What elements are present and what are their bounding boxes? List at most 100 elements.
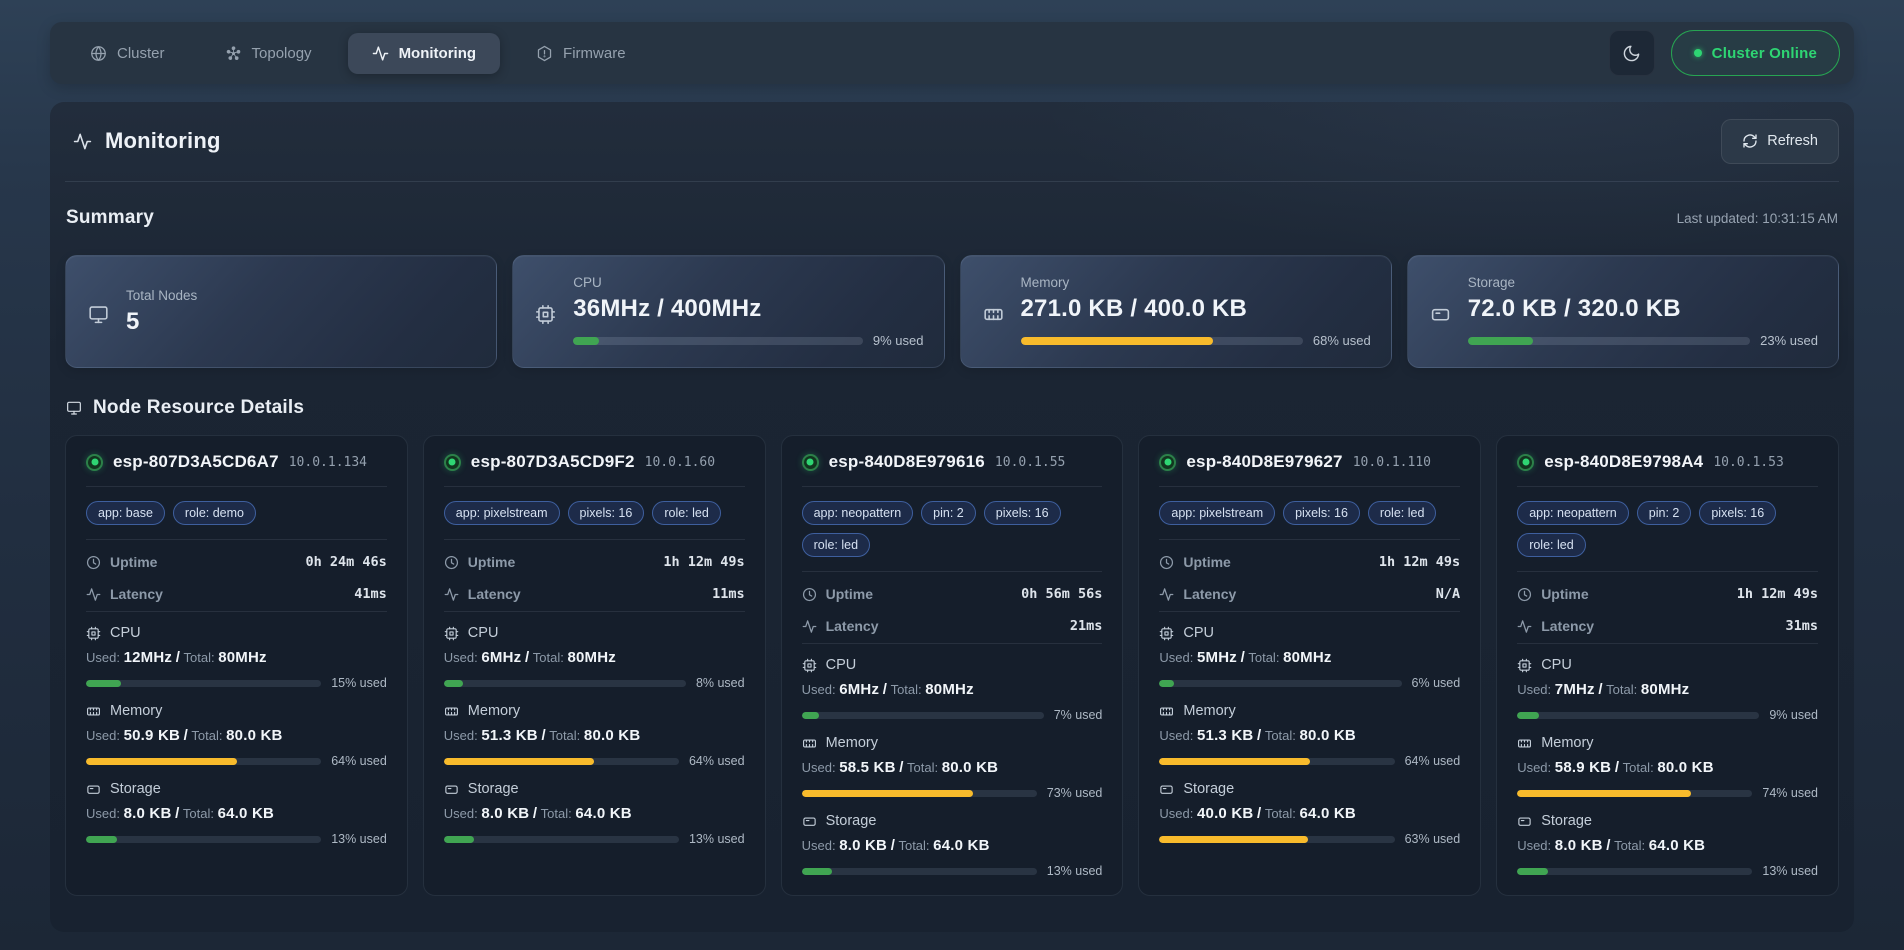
uptime-value: 0h 56m 56s	[1021, 586, 1102, 602]
node-tag: pixels: 16	[1699, 501, 1776, 525]
refresh-button[interactable]: Refresh	[1721, 119, 1839, 164]
hexagon-alert-icon	[536, 45, 553, 62]
storage-icon	[86, 782, 101, 797]
card-label: Memory	[1021, 275, 1371, 290]
progress-fill	[86, 758, 237, 765]
progress-track	[1021, 337, 1303, 345]
node-tags: app: pixelstreampixels: 16role: led	[444, 501, 745, 525]
percent-used-label: 64% used	[1405, 754, 1461, 768]
resource-label: Storage	[1183, 781, 1234, 797]
progress-track	[1517, 712, 1759, 719]
tab-topology[interactable]: Topology	[201, 33, 336, 74]
node-tag: role: led	[1368, 501, 1436, 525]
progress-track	[444, 836, 679, 843]
online-dot-icon	[1694, 49, 1702, 57]
percent-used-label: 13% used	[331, 832, 387, 846]
node-name: esp-807D3A5CD6A7	[113, 452, 279, 472]
cpu-icon	[1517, 658, 1532, 673]
resource-label: Memory	[110, 703, 162, 719]
progress-track	[573, 337, 863, 345]
percent-used-label: 6% used	[1412, 676, 1461, 690]
progress-fill	[1468, 337, 1533, 345]
divider	[802, 486, 1103, 487]
resource-label: CPU	[1183, 625, 1214, 641]
uptime-value: 1h 12m 49s	[1737, 586, 1818, 602]
theme-toggle-button[interactable]	[1609, 30, 1655, 76]
progress-fill	[802, 712, 819, 719]
node-card: esp-807D3A5CD9F2 10.0.1.60 app: pixelstr…	[423, 435, 766, 896]
divider	[86, 539, 387, 540]
progress-fill	[86, 680, 121, 687]
node-tags: app: baserole: demo	[86, 501, 387, 525]
progress-fill	[1159, 836, 1307, 843]
progress-track	[802, 790, 1037, 797]
node-tag: role: led	[802, 533, 870, 557]
latency-label: Latency	[1183, 586, 1236, 602]
progress-track	[1159, 758, 1394, 765]
progress-track	[444, 758, 679, 765]
progress-track	[802, 868, 1037, 875]
refresh-label: Refresh	[1767, 133, 1818, 149]
progress-track	[1517, 790, 1752, 797]
latency-label: Latency	[110, 586, 163, 602]
resource-label: Storage	[110, 781, 161, 797]
resource-label: CPU	[826, 657, 857, 673]
node-details-heading: Node Resource Details	[93, 397, 304, 419]
summary-card-memory: Memory 271.0 KB / 400.0 KB 68% used	[960, 255, 1392, 368]
progress-fill	[1517, 790, 1691, 797]
resource-label: Storage	[826, 813, 877, 829]
progress-fill	[1021, 337, 1213, 345]
divider	[444, 486, 745, 487]
activity-icon	[73, 132, 92, 151]
clock-icon	[1517, 587, 1532, 602]
node-name: esp-840D8E979616	[829, 452, 985, 472]
tab-cluster[interactable]: Cluster	[66, 33, 189, 74]
resource-label: Memory	[826, 735, 878, 751]
memory-icon	[1517, 736, 1532, 751]
summary-card-total-nodes: Total Nodes 5	[65, 255, 497, 368]
latency-value: 41ms	[354, 586, 387, 602]
node-tag: app: pixelstream	[444, 501, 560, 525]
refresh-icon	[1742, 133, 1758, 149]
uptime-label: Uptime	[826, 586, 873, 602]
node-ip: 10.0.1.60	[645, 455, 715, 470]
node-ip: 10.0.1.110	[1353, 455, 1431, 470]
uptime-value: 0h 24m 46s	[306, 554, 387, 570]
memory-icon	[444, 704, 459, 719]
cluster-status-label: Cluster Online	[1712, 45, 1817, 62]
resource-label: CPU	[468, 625, 499, 641]
tab-firmware[interactable]: Firmware	[512, 33, 650, 74]
summary-cards: Total Nodes 5 CPU 36MHz / 400MHz 9% used…	[65, 255, 1839, 368]
clock-icon	[1159, 555, 1174, 570]
node-tag: role: led	[1517, 533, 1585, 557]
tab-monitoring[interactable]: Monitoring	[348, 33, 500, 74]
node-status-dot	[444, 454, 461, 471]
card-label: Total Nodes	[126, 288, 476, 303]
node-card: esp-840D8E9798A4 10.0.1.53 app: neopatte…	[1496, 435, 1839, 896]
progress-fill	[802, 790, 974, 797]
moon-icon	[1622, 44, 1641, 63]
monitor-icon	[66, 400, 82, 416]
percent-used-label: 15% used	[331, 676, 387, 690]
uptime-value: 1h 12m 49s	[1379, 554, 1460, 570]
summary-card-storage: Storage 72.0 KB / 320.0 KB 23% used	[1407, 255, 1839, 368]
node-tag: app: pixelstream	[1159, 501, 1275, 525]
latency-value: 21ms	[1070, 618, 1103, 634]
clock-icon	[86, 555, 101, 570]
percent-used-label: 73% used	[1047, 786, 1103, 800]
progress-track	[86, 836, 321, 843]
activity-icon	[444, 587, 459, 602]
summary-card-cpu: CPU 36MHz / 400MHz 9% used	[512, 255, 944, 368]
progress-fill	[802, 868, 833, 875]
header-divider	[65, 181, 1839, 182]
progress-fill	[86, 836, 117, 843]
memory-icon	[983, 304, 1004, 325]
node-tag: role: demo	[173, 501, 256, 525]
node-tags: app: neopatternpin: 2pixels: 16role: led	[1517, 501, 1818, 557]
progress-fill	[444, 758, 595, 765]
storage-icon	[802, 814, 817, 829]
percent-used-label: 63% used	[1405, 832, 1461, 846]
card-label: CPU	[573, 275, 923, 290]
node-tag: pin: 2	[921, 501, 976, 525]
cpu-icon	[444, 626, 459, 641]
